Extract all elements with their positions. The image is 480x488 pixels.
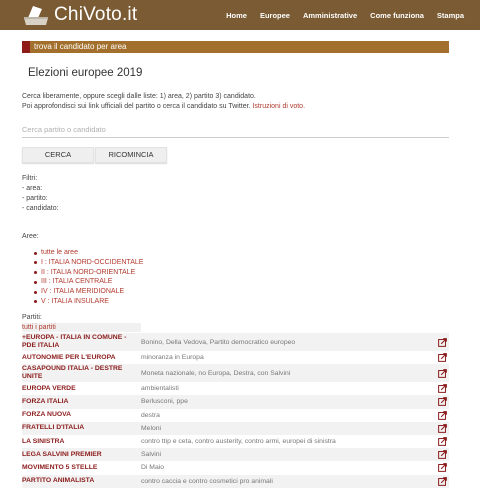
nav-amministrative[interactable]: Amministrative [303, 11, 357, 20]
party-row[interactable]: EUROPA VERDE ambientalisti [22, 382, 449, 395]
external-link-icon[interactable] [435, 461, 449, 474]
intro-line-2: Poi approfondisci sui link ufficiali del… [22, 102, 452, 112]
party-row[interactable]: FORZA NUOVA destra [22, 409, 449, 422]
party-description: ambientalisti [141, 385, 179, 393]
external-link-icon[interactable] [435, 382, 449, 395]
aree-list: tutte le aree I : ITALIA NORD-OCCIDENTAL… [34, 248, 143, 307]
external-link-icon[interactable] [435, 435, 449, 448]
party-description: minoranza in Europa [141, 354, 204, 362]
nav-europee[interactable]: Europee [260, 11, 290, 20]
party-name[interactable]: AUTONOMIE PER L'EUROPA [22, 351, 141, 364]
party-row[interactable]: AUTONOMIE PER L'EUROPA minoranza in Europ… [22, 351, 449, 364]
area-link-meridionale[interactable]: IV : ITALIA MERIDIONALE [41, 288, 124, 295]
area-item: I : ITALIA NORD-OCCIDENTALE [34, 258, 143, 268]
external-link-icon[interactable] [435, 351, 449, 364]
party-name[interactable]: LA SINISTRA [22, 435, 141, 448]
party-row[interactable]: +EUROPA - ITALIA IN COMUNE - PDE ITALIA B… [22, 333, 449, 351]
area-link-tutte[interactable]: tutte le aree [41, 249, 78, 256]
aree-label: Aree: [22, 233, 39, 240]
area-link-nord-orientale[interactable]: II : ITALIA NORD-ORIENTALE [41, 269, 135, 276]
area-item: III : ITALIA CENTRALE [34, 277, 143, 287]
party-name[interactable]: EUROPA VERDE [22, 382, 141, 395]
external-link-icon[interactable] [435, 475, 449, 488]
party-row[interactable]: CASAPOUND ITALIA - DESTRE UNITE Moneta na… [22, 364, 449, 383]
partiti-label: Partiti: [22, 314, 42, 321]
party-name[interactable]: +EUROPA - ITALIA IN COMUNE - PDE ITALIA [22, 333, 141, 351]
intro-line-1: Cerca liberamente, oppure scegli dalle l… [22, 93, 256, 100]
party-name[interactable]: CASAPOUND ITALIA - DESTRE UNITE [22, 364, 141, 382]
party-description: destra [141, 411, 160, 419]
party-row[interactable]: LEGA SALVINI PREMIER Salvini [22, 448, 449, 462]
party-name[interactable]: MOVIMENTO 5 STELLE [22, 461, 141, 474]
intro-line-2-text: Poi approfondisci sui link ufficiali del… [22, 103, 251, 110]
party-name[interactable]: FRATELLI D'ITALIA [22, 422, 141, 435]
party-name[interactable]: LEGA SALVINI PREMIER [22, 448, 141, 461]
external-link-icon[interactable] [435, 333, 449, 351]
party-name[interactable]: FORZA ITALIA [22, 395, 141, 408]
partiti-table: +EUROPA - ITALIA IN COMUNE - PDE ITALIA B… [22, 333, 449, 488]
cerca-button[interactable]: CERCA [22, 147, 94, 163]
page-title: Elezioni europee 2019 [28, 67, 143, 79]
ricomincia-button[interactable]: RICOMINCIA [95, 147, 167, 163]
nav-home[interactable]: Home [226, 11, 247, 20]
area-item: II : ITALIA NORD-ORIENTALE [34, 268, 143, 278]
external-link-icon[interactable] [435, 364, 449, 382]
area-item: IV : ITALIA MERIDIONALE [34, 287, 143, 297]
area-item: V : ITALIA INSULARE [34, 297, 143, 307]
nav-come-funziona[interactable]: Come funziona [370, 11, 424, 20]
nav-stampa[interactable]: Stampa [437, 11, 464, 20]
party-description: Meloni [141, 424, 162, 432]
party-row[interactable]: FRATELLI D'ITALIA Meloni [22, 421, 449, 435]
ballot-box-icon [24, 6, 48, 25]
intro-text: Cerca liberamente, oppure scegli dalle l… [22, 92, 452, 112]
external-link-icon[interactable] [435, 409, 449, 422]
area-link-nord-occidentale[interactable]: I : ITALIA NORD-OCCIDENTALE [41, 259, 143, 266]
area-item: tutte le aree [34, 248, 143, 258]
top-bar: ChiVoto.it Home Europee Amministrative C… [0, 0, 480, 30]
party-description: Moneta nazionale, no Europa, Destra, con… [141, 369, 291, 377]
tutti-i-partiti-link[interactable]: tutti i partiti [22, 323, 141, 332]
main-nav: Home Europee Amministrative Come funzion… [226, 0, 464, 30]
logo[interactable]: ChiVoto.it [22, 3, 137, 27]
area-link-centrale[interactable]: III : ITALIA CENTRALE [41, 278, 112, 285]
external-link-icon[interactable] [435, 448, 449, 461]
filters-title: Filtri: [22, 175, 38, 182]
external-link-icon[interactable] [435, 422, 449, 435]
party-description: Berlusconi, ppe [141, 398, 188, 406]
filter-area: - area: [22, 185, 43, 192]
filter-candidato: - candidato: [22, 205, 59, 212]
party-row[interactable]: LA SINISTRA contro ttip e ceta, contro au… [22, 435, 449, 448]
party-description: Salvini [141, 451, 162, 459]
party-name[interactable]: PARTITO ANIMALISTA [22, 475, 141, 488]
party-description: contro ttip e ceta, contro austerity, co… [141, 438, 336, 446]
party-description: Bonino, Della Vedova, Partito democratic… [141, 338, 296, 346]
external-link-icon[interactable] [435, 395, 449, 408]
filter-partito: - partito: [22, 195, 48, 202]
section-title-bar: trova il candidato per area [22, 41, 449, 53]
party-description: contro caccia e contro cosmetici pro ani… [141, 477, 273, 485]
party-name[interactable]: FORZA NUOVA [22, 409, 141, 422]
party-row[interactable]: PARTITO ANIMALISTA contro caccia e contro… [22, 474, 449, 488]
filters-panel: Filtri: - area: - partito: - candidato: [22, 174, 59, 214]
logo-text: ChiVoto.it [54, 4, 138, 25]
party-row[interactable]: MOVIMENTO 5 STELLE Di Maio [22, 461, 449, 474]
party-row[interactable]: FORZA ITALIA Berlusconi, ppe [22, 395, 449, 409]
area-link-insulare[interactable]: V : ITALIA INSULARE [41, 298, 109, 305]
search-input[interactable] [22, 122, 449, 138]
party-description: Di Maio [141, 464, 165, 472]
istruzioni-di-voto-link[interactable]: Istruzioni di voto. [252, 103, 305, 110]
